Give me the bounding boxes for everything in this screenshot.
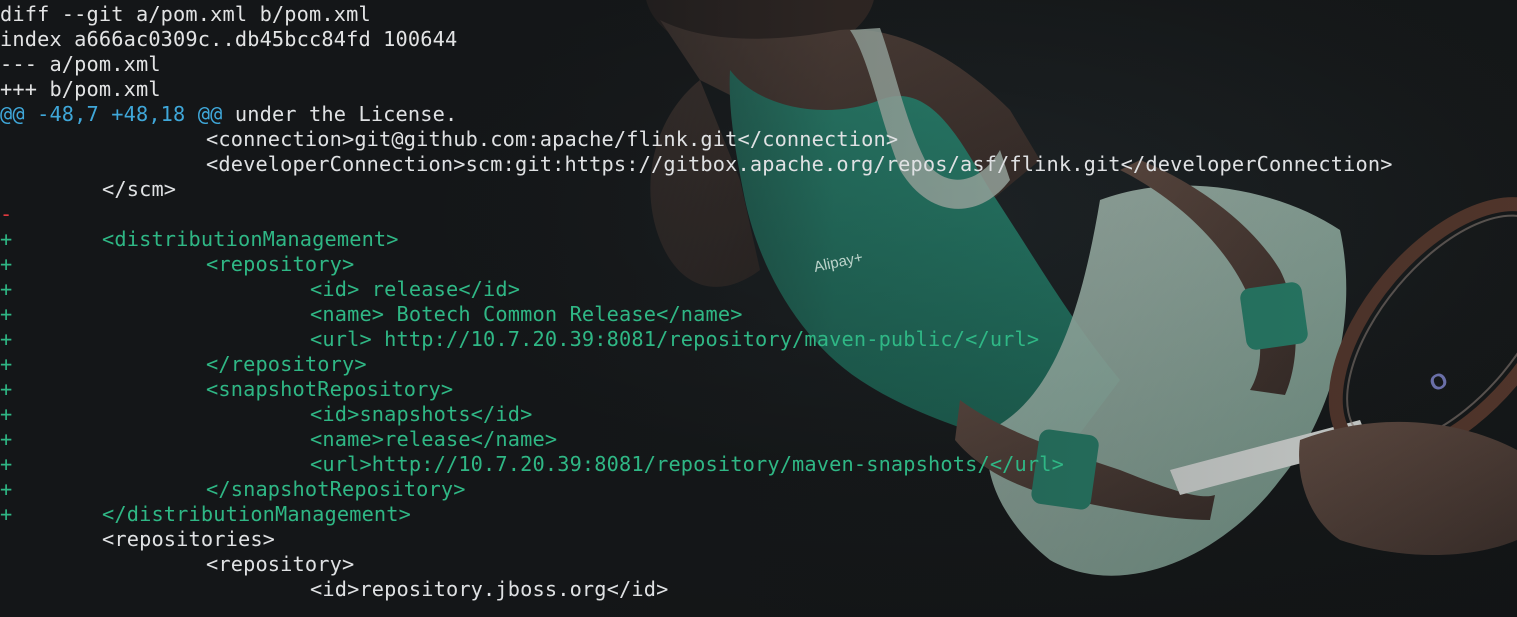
code-text: <repository>	[206, 252, 355, 276]
added-marker: +	[0, 277, 13, 301]
diff-line-context: </scm>	[0, 177, 1517, 202]
hunk-context: under the License.	[222, 102, 458, 126]
removed-marker: -	[0, 202, 13, 226]
code-text: </snapshotRepository>	[206, 477, 466, 501]
context-marker	[0, 177, 14, 202]
diff-line-context: <id>repository.jboss.org</id>	[0, 577, 1517, 602]
diff-output[interactable]: diff --git a/pom.xml b/pom.xml index a66…	[0, 0, 1517, 617]
diff-line-added: + </distributionManagement>	[0, 502, 1517, 527]
code-text: </repository>	[206, 352, 367, 376]
code-text: <id>repository.jboss.org</id>	[310, 577, 669, 601]
code-text: <distributionManagement>	[102, 227, 399, 251]
code-text: </distributionManagement>	[102, 502, 412, 526]
added-marker: +	[0, 352, 13, 376]
context-marker	[0, 127, 14, 152]
hunk-header: @@ -48,7 +48,18 @@ under the License.	[0, 102, 457, 127]
diff-line-added: + <distributionManagement>	[0, 227, 1517, 252]
code-text: </scm>	[102, 177, 177, 201]
added-marker: +	[0, 227, 13, 251]
diff-line-added: + <url>http://10.7.20.39:8081/repository/…	[0, 452, 1517, 477]
diff-new-file-line: +++ b/pom.xml	[0, 77, 161, 101]
diff-line-added: + <snapshotRepository>	[0, 377, 1517, 402]
code-text: <name>release</name>	[310, 427, 558, 451]
added-marker: +	[0, 502, 13, 526]
diff-line-added: + <name>release</name>	[0, 427, 1517, 452]
diff-old-file-line: --- a/pom.xml	[0, 52, 161, 76]
code-text: <id>snapshots</id>	[310, 402, 533, 426]
diff-line-context: <connection>git@github.com:apache/flink.…	[0, 127, 1517, 152]
added-marker: +	[0, 302, 13, 326]
diff-line-context: <repositories>	[0, 527, 1517, 552]
diff-header-line: diff --git a/pom.xml b/pom.xml	[0, 2, 371, 26]
added-marker: +	[0, 427, 13, 451]
context-marker	[0, 152, 14, 177]
code-text: <url>http://10.7.20.39:8081/repository/m…	[310, 452, 1064, 476]
code-text: <repository>	[206, 552, 355, 576]
diff-line-context: <developerConnection>scm:git:https://git…	[0, 152, 1517, 177]
diff-line-added: + </snapshotRepository>	[0, 477, 1517, 502]
context-marker	[0, 577, 14, 602]
added-marker: +	[0, 402, 13, 426]
diff-line-added: + <url> http://10.7.20.39:8081/repository…	[0, 327, 1517, 352]
code-text: <snapshotRepository>	[206, 377, 454, 401]
added-marker: +	[0, 452, 13, 476]
added-marker: +	[0, 477, 13, 501]
code-text: <developerConnection>scm:git:https://git…	[206, 152, 1393, 176]
added-marker: +	[0, 327, 13, 351]
diff-line-added: + <name> Botech Common Release</name>	[0, 302, 1517, 327]
diff-line-added: + <id>snapshots</id>	[0, 402, 1517, 427]
diff-line-context: <repository>	[0, 552, 1517, 577]
diff-line-added: + <id> release</id>	[0, 277, 1517, 302]
code-text: <name> Botech Common Release</name>	[310, 302, 743, 326]
code-text: <id> release</id>	[310, 277, 521, 301]
hunk-marker: @@ -48,7 +48,18 @@	[0, 102, 223, 126]
added-marker: +	[0, 377, 13, 401]
diff-index-line: index a666ac0309c..db45bcc84fd 100644	[0, 27, 458, 51]
code-text: <url> http://10.7.20.39:8081/repository/…	[310, 327, 1040, 351]
code-text: <connection>git@github.com:apache/flink.…	[206, 127, 899, 151]
diff-line-added: + <repository>	[0, 252, 1517, 277]
terminal-window[interactable]: Alipay+ O diff --git a/pom.xml b/pom.xml…	[0, 0, 1517, 617]
context-marker	[0, 527, 14, 552]
diff-line-added: + </repository>	[0, 352, 1517, 377]
context-marker	[0, 552, 14, 577]
diff-line-removed: -	[0, 202, 1517, 227]
added-marker: +	[0, 252, 13, 276]
code-text: <repositories>	[102, 527, 276, 551]
